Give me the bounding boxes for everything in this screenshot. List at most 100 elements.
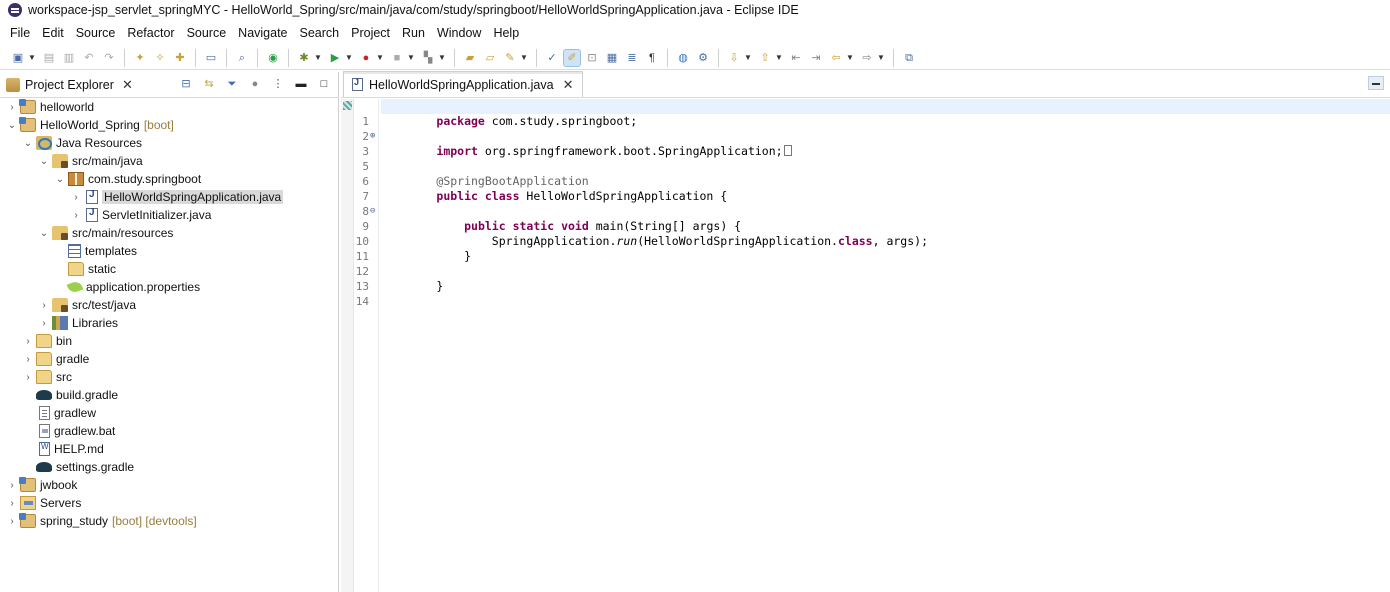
tree-item-gradle[interactable]: › gradle — [0, 350, 338, 368]
code-line[interactable]: 13} — [356, 264, 1390, 293]
chevron-down-icon[interactable]: ⌄ — [38, 228, 50, 239]
code-line[interactable]: 7 public class HelloWorldSpringApplicatio… — [362, 174, 1390, 203]
new-java-project-icon[interactable]: ✦ — [132, 50, 148, 66]
minimize-icon[interactable]: ▬ — [293, 76, 309, 92]
maximize-icon[interactable]: □ — [316, 76, 332, 92]
chevron-right-icon[interactable]: › — [22, 372, 34, 383]
chevron-right-icon[interactable]: › — [70, 192, 82, 203]
next-annotation-dropdown-icon[interactable]: ▼ — [744, 50, 752, 66]
minimize-editor-icon[interactable] — [1368, 76, 1384, 90]
new-icon[interactable]: ▣ — [10, 50, 26, 66]
tree-item-templates[interactable]: templates — [0, 242, 338, 260]
tree-item-gradlew-bat[interactable]: gradlew.bat — [0, 422, 338, 440]
overview-ruler[interactable] — [341, 99, 354, 592]
back-icon[interactable]: ⇦ — [828, 50, 844, 66]
tree-item-src-main-resources[interactable]: ⌄ src/main/resources — [0, 224, 338, 242]
chevron-right-icon[interactable]: › — [6, 102, 18, 113]
fold-collapse-icon[interactable]: ⊖ — [370, 204, 375, 219]
code-line[interactable]: 2 — [362, 114, 1390, 143]
filter-icon[interactable]: ⏷ — [224, 76, 240, 92]
mark-occurrences-icon[interactable]: ✐ — [563, 48, 581, 67]
code-line[interactable]: 11 } — [356, 234, 1390, 263]
tree-item-application-properties[interactable]: application.properties — [0, 278, 338, 296]
menu-edit[interactable]: Edit — [36, 22, 70, 44]
menu-file[interactable]: File — [4, 22, 36, 44]
deploy-icon[interactable]: ▚ — [420, 50, 436, 66]
open-resource-icon[interactable]: ▱ — [482, 50, 498, 66]
project-explorer-title[interactable]: Project Explorer — [25, 78, 114, 92]
chevron-down-icon[interactable]: ⌄ — [54, 174, 66, 185]
chevron-right-icon[interactable]: › — [6, 480, 18, 491]
save-all-icon[interactable]: ▥ — [61, 50, 77, 66]
tree-item-src-main-java[interactable]: ⌄ src/main/java — [0, 152, 338, 170]
build-dropdown-icon[interactable]: ▼ — [520, 50, 528, 66]
previous-annotation-icon[interactable]: ⇧ — [757, 50, 773, 66]
code-line[interactable]: 14 — [356, 279, 1390, 308]
new-class-icon[interactable]: ✚ — [172, 50, 188, 66]
run-dropdown-icon[interactable]: ▼ — [345, 50, 353, 66]
tree-item-bin[interactable]: › bin — [0, 332, 338, 350]
code-line[interactable]: 12 — [356, 249, 1390, 278]
menu-project[interactable]: Project — [345, 22, 396, 44]
debug-icon[interactable]: ✱ — [296, 50, 312, 66]
toggle-block-selection-icon[interactable]: ⊡ — [584, 50, 600, 66]
tree-item-java-resources[interactable]: ⌄ Java Resources — [0, 134, 338, 152]
chevron-right-icon[interactable]: › — [6, 498, 18, 509]
menu-source[interactable]: Source — [70, 22, 122, 44]
run-icon[interactable]: ▶ — [327, 50, 343, 66]
pilcrow-icon[interactable]: ¶ — [644, 50, 660, 66]
forward-edit-icon[interactable]: ⇥ — [808, 50, 824, 66]
code-line[interactable]: 1 package com.study.springboot; — [362, 99, 1390, 128]
code-line[interactable]: 8 — [362, 189, 1390, 218]
code-line[interactable]: 10 SpringApplication.run(HelloWorldSprin… — [356, 219, 1390, 248]
tree-item-build-gradle[interactable]: build.gradle — [0, 386, 338, 404]
tree-item-helloworld[interactable]: › helloworld — [0, 98, 338, 116]
open-perspective-icon[interactable]: ⧉ — [901, 50, 917, 66]
tree-item-gradlew[interactable]: gradlew — [0, 404, 338, 422]
build-icon[interactable]: ✎ — [502, 50, 518, 66]
last-edit-location-icon[interactable]: ⇤ — [788, 50, 804, 66]
tree-item-servers[interactable]: › Servers — [0, 494, 338, 512]
chevron-down-icon[interactable]: ⌄ — [22, 138, 34, 149]
code-line[interactable]: 6 @SpringBootApplication — [362, 159, 1390, 188]
tree-item-helloworldspringapplication[interactable]: › HelloWorldSpringApplication.java — [0, 188, 338, 206]
menu-refactor[interactable]: Refactor — [121, 22, 180, 44]
code-line[interactable]: 9 ⊖ public static void main(String[] args… — [362, 204, 1390, 233]
word-wrap-icon[interactable]: ≣ — [624, 50, 640, 66]
toggle-breadcrumb-icon[interactable]: ✓ — [544, 50, 560, 66]
new-package-icon[interactable]: ✧ — [152, 50, 168, 66]
menu-source-2[interactable]: Source — [181, 22, 233, 44]
menu-window[interactable]: Window — [431, 22, 487, 44]
tree-item-settings-gradle[interactable]: settings.gradle — [0, 458, 338, 476]
forward-dropdown-icon[interactable]: ▼ — [877, 50, 885, 66]
new-dropdown-icon[interactable]: ▼ — [28, 50, 36, 66]
stop-icon[interactable]: ■ — [389, 50, 405, 66]
console-icon[interactable]: ▭ — [203, 50, 219, 66]
tree-item-jwbook[interactable]: › jwbook — [0, 476, 338, 494]
run-last-tool-icon[interactable]: ● — [358, 50, 374, 66]
search-icon[interactable]: ⌕ — [234, 50, 250, 66]
save-icon[interactable]: ▤ — [41, 50, 57, 66]
tree-item-servletinitializer[interactable]: › ServletInitializer.java — [0, 206, 338, 224]
next-annotation-icon[interactable]: ⇩ — [726, 50, 742, 66]
tree-item-libraries[interactable]: › Libraries — [0, 314, 338, 332]
chevron-right-icon[interactable]: › — [38, 300, 50, 311]
chevron-right-icon[interactable]: › — [38, 318, 50, 329]
chevron-right-icon[interactable]: › — [6, 516, 18, 527]
menu-navigate[interactable]: Navigate — [232, 22, 293, 44]
code-line[interactable]: 3 ⊕ import org.springframework.boot.Spring… — [362, 129, 1390, 158]
chevron-right-icon[interactable]: › — [70, 210, 82, 221]
close-icon[interactable]: ✕ — [563, 77, 574, 93]
code-area[interactable]: 1 package com.study.springboot; 2 3 ⊕ impor… — [341, 99, 1390, 592]
close-icon[interactable]: ✕ — [122, 77, 133, 93]
editor-tab-helloworldspringapplication[interactable]: HelloWorldSpringApplication.java ✕ — [343, 71, 583, 97]
menu-help[interactable]: Help — [487, 22, 525, 44]
deploy-dropdown-icon[interactable]: ▼ — [438, 50, 446, 66]
chevron-right-icon[interactable]: › — [22, 354, 34, 365]
globe-icon[interactable]: ◍ — [675, 50, 691, 66]
tree-item-spring-study[interactable]: › spring_study [boot] [devtools] — [0, 512, 338, 530]
chevron-right-icon[interactable]: › — [22, 336, 34, 347]
run-last-tool-dropdown-icon[interactable]: ▼ — [376, 50, 384, 66]
view-menu-icon[interactable]: ⋮ — [270, 76, 286, 92]
focus-icon[interactable]: ● — [247, 76, 263, 92]
